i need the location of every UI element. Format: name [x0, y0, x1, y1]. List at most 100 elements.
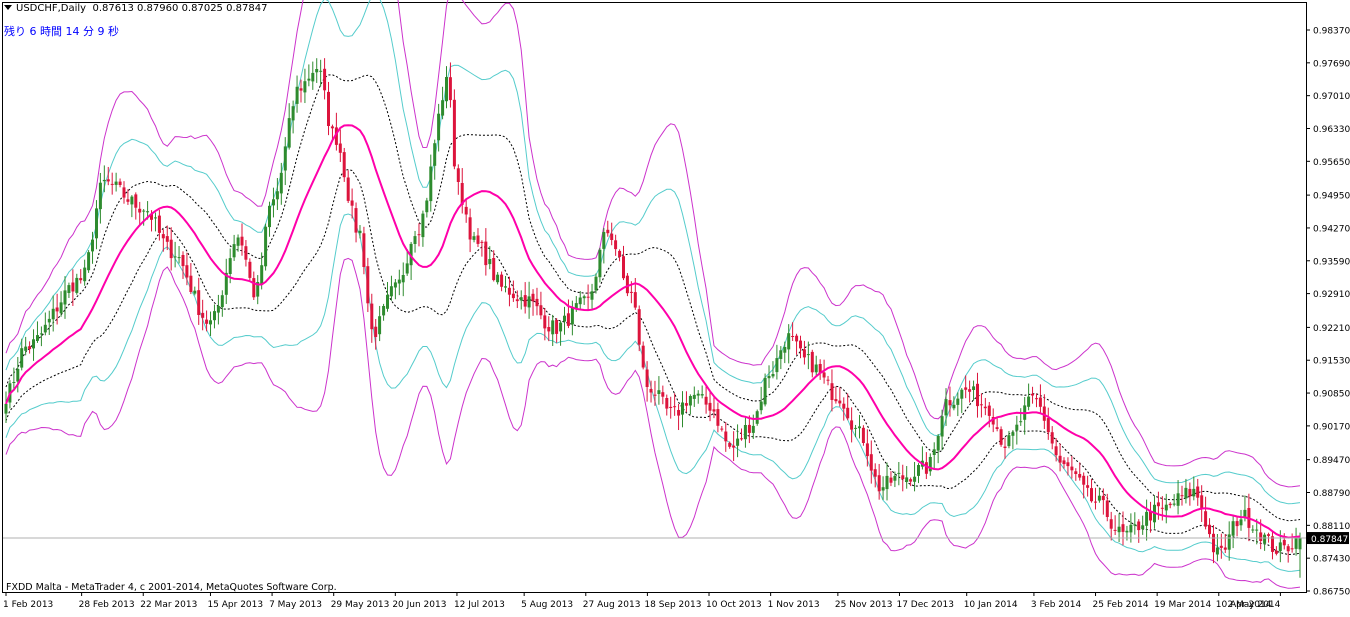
candle-body: [1121, 524, 1125, 532]
candle-body: [559, 322, 563, 332]
candle-body: [519, 297, 523, 301]
candle-body: [1200, 495, 1204, 510]
candle-body: [330, 126, 334, 129]
y-tick-label: 0.91530: [1313, 357, 1350, 367]
candle-body: [397, 279, 401, 284]
current-price-label: 0.87847: [1311, 535, 1348, 545]
candle-body: [751, 425, 755, 433]
price-chart[interactable]: 0.87847 0.98370 0.97690 0.97010 0.96330 0.95…: [0, 0, 1350, 613]
candle-body: [240, 236, 244, 246]
candle: [999, 426, 1003, 447]
candle-body: [102, 179, 106, 182]
candle-body: [311, 72, 315, 82]
candle-body: [448, 77, 452, 101]
candle: [637, 305, 641, 352]
candle-body: [696, 393, 700, 396]
candle-body: [114, 181, 118, 185]
candle-body: [1259, 532, 1263, 541]
candle-body: [429, 166, 433, 202]
candle-body: [854, 427, 858, 429]
candle-body: [421, 213, 425, 238]
candle-body: [1160, 507, 1164, 509]
candle-body: [944, 399, 948, 416]
y-tick-label: 0.90850: [1313, 390, 1350, 400]
candle-body: [1031, 393, 1034, 396]
candle-body: [232, 244, 236, 258]
candle-body: [205, 319, 209, 324]
candle-body: [712, 409, 716, 412]
candle-body: [1286, 546, 1290, 552]
candle-body: [901, 475, 905, 479]
candle-body: [24, 346, 28, 351]
candle-body: [783, 347, 787, 353]
x-tick-label: 3 Feb 2014: [1031, 600, 1082, 610]
y-tick-label: 0.96330: [1313, 125, 1350, 135]
candle-body: [1208, 524, 1211, 535]
candle-body: [354, 208, 358, 233]
candle-body: [1274, 550, 1278, 554]
candle-body: [681, 402, 684, 415]
candle-body: [948, 400, 952, 406]
candle-body: [55, 307, 59, 312]
candle-body: [87, 252, 91, 271]
candle-body: [142, 210, 146, 212]
candle-body: [75, 277, 79, 293]
candle-body: [319, 70, 323, 72]
candle-body: [445, 77, 448, 102]
candle-body: [810, 351, 814, 373]
x-tick-label: 20 Jun 2013: [392, 600, 446, 610]
x-tick-label: 25 Feb 2014: [1093, 600, 1149, 610]
candle-body: [586, 296, 590, 298]
candle-body: [881, 487, 885, 491]
copyright-text: FXDD Malta - MetaTrader 4, c 2001-2014, …: [6, 582, 337, 593]
candle-body: [566, 313, 570, 326]
y-tick-label: 0.88110: [1313, 522, 1350, 532]
candle-body: [527, 296, 531, 308]
candle-body: [1109, 519, 1113, 529]
candle-body: [795, 335, 799, 342]
candle-body: [425, 200, 429, 213]
candle-body: [185, 265, 189, 278]
chart-window[interactable]: 0.87847 0.98370 0.97690 0.97010 0.96330 0.95…: [0, 0, 1350, 613]
candle-body: [692, 394, 696, 399]
candle-body: [747, 424, 751, 433]
candle-body: [661, 392, 665, 397]
candle-body: [956, 398, 960, 405]
candle-body: [106, 179, 110, 182]
candle-body: [834, 399, 838, 402]
dropdown-triangle-icon[interactable]: [4, 5, 12, 10]
candle-body: [1101, 495, 1105, 501]
x-tick-label: 7 May 2013: [269, 600, 322, 610]
candle-body: [1082, 475, 1086, 485]
candle-body: [1129, 524, 1133, 533]
candle-body: [917, 465, 920, 476]
candle-body: [1145, 511, 1149, 526]
candle-body: [1188, 488, 1192, 497]
candle-body: [865, 443, 869, 457]
candle-body: [582, 296, 586, 299]
candle-body: [303, 81, 307, 93]
candle-body: [1097, 495, 1101, 501]
x-tick-label: 15 Apr 2013: [207, 600, 263, 610]
candle-body: [1204, 511, 1208, 527]
candle-body: [555, 320, 559, 334]
y-tick-label: 0.88790: [1313, 489, 1350, 499]
candle-body: [1156, 502, 1160, 507]
candle-body: [877, 475, 881, 492]
candle-body: [1035, 398, 1038, 400]
candle-body: [905, 477, 909, 482]
candle-body: [413, 236, 417, 244]
candle-body: [972, 386, 976, 390]
candle-body: [968, 389, 972, 392]
candle-body: [1133, 524, 1137, 526]
x-tick-label: 27 Aug 2013: [583, 600, 641, 610]
candle-body: [315, 69, 319, 73]
candle-body: [806, 354, 810, 356]
candle-body: [507, 287, 511, 295]
candle-body: [209, 320, 212, 325]
candle-body: [252, 278, 256, 298]
candle-body: [645, 369, 649, 387]
x-tick-label: 19 Mar 2014: [1154, 600, 1211, 610]
candle-body: [936, 436, 940, 451]
candle-body: [39, 333, 43, 335]
